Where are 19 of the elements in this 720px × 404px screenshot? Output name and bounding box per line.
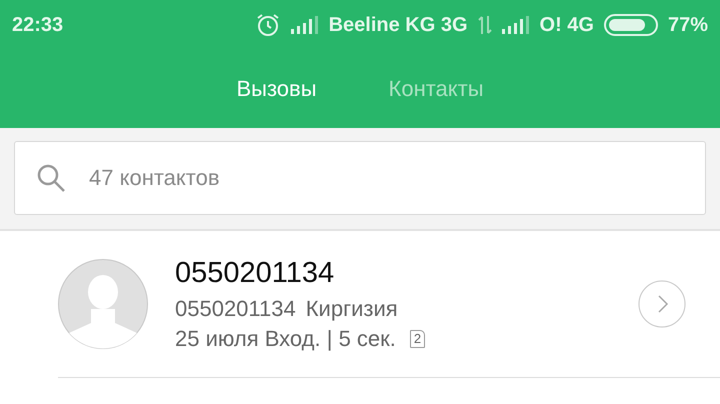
carrier-label: O! 4G [540, 14, 594, 36]
clock: 22:33 [12, 14, 64, 36]
phone-number: 0550201134 [175, 296, 296, 322]
caller-number: 0550201134 [175, 256, 336, 290]
call-details: 25 июля Вход. | 5 сек. [175, 326, 396, 352]
tab[interactable]: Контакты [388, 76, 484, 102]
signal-icon [290, 15, 319, 35]
data-transfer-icon [478, 14, 492, 36]
battery-percent: 77% [668, 14, 708, 36]
search-field[interactable]: 47 контактов [14, 141, 706, 215]
tab[interactable]: Вызовы [236, 76, 317, 102]
caller-location: Киргизия [306, 296, 398, 322]
details-chevron-icon[interactable] [638, 280, 686, 328]
signal-icon [502, 15, 530, 35]
search-icon [36, 163, 66, 193]
carrier-label: Beeline KG 3G [328, 14, 468, 36]
sim-badge: 2 [410, 330, 426, 348]
alarm-clock-icon [254, 12, 281, 38]
battery-icon [604, 13, 658, 37]
